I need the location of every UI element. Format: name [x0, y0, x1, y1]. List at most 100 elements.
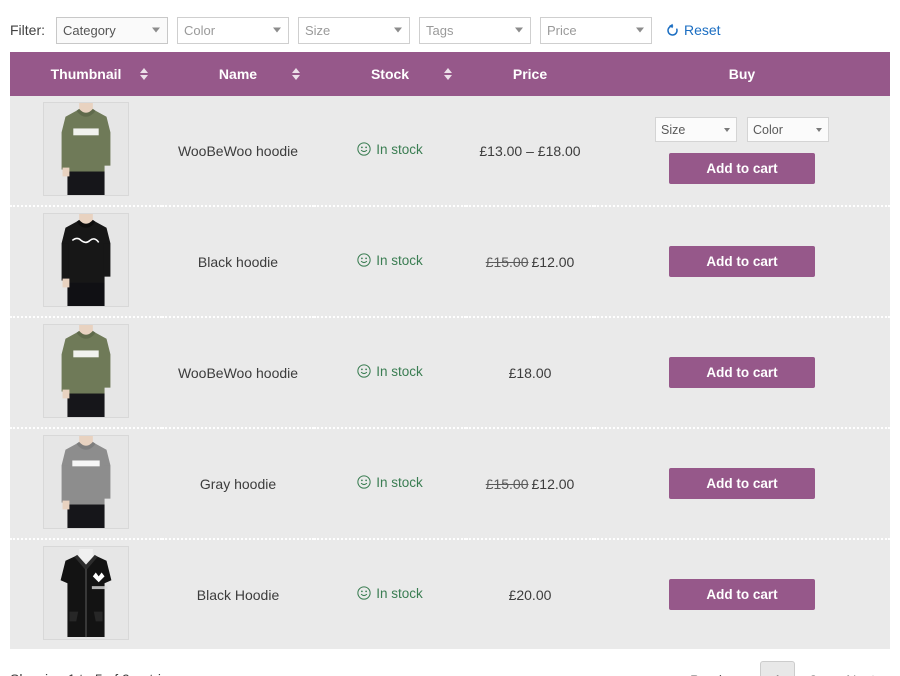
product-price-current: £13.00 – £18.00 — [479, 143, 580, 159]
product-price-current: £12.00 — [532, 476, 575, 492]
product-thumbnail-cell[interactable] — [10, 539, 162, 649]
gray-hoodie-thumbnail[interactable] — [43, 435, 129, 529]
stock-status: In stock — [357, 586, 423, 601]
column-header-buy-label: Buy — [729, 66, 755, 82]
filter-select-price[interactable]: Price — [540, 17, 652, 44]
pagination-next-button[interactable]: Next — [831, 661, 890, 676]
reset-label: Reset — [684, 22, 721, 38]
product-thumbnail-cell[interactable] — [10, 317, 162, 428]
black-zip-hoodie-thumbnail[interactable] — [43, 546, 129, 640]
pagination: Previous 1 2 Next — [675, 661, 890, 676]
table-row: WooBeWoo hoodie In stock £18 — [10, 317, 890, 428]
product-thumbnail-cell[interactable] — [10, 428, 162, 539]
column-header-stock-label: Stock — [371, 66, 409, 82]
product-stock-cell: In stock — [314, 317, 466, 428]
column-header-thumbnail[interactable]: Thumbnail — [10, 52, 162, 96]
sort-arrows-icon[interactable] — [140, 68, 148, 80]
product-stock-cell: In stock — [314, 96, 466, 206]
product-price: £20.00 — [509, 587, 552, 603]
product-price-cell: £15.00£12.00 — [466, 206, 594, 317]
smiley-face-icon — [357, 586, 371, 600]
column-header-name[interactable]: Name — [162, 52, 314, 96]
product-price-cell: £18.00 — [466, 317, 594, 428]
smiley-face-icon — [357, 253, 371, 267]
product-name-cell: WooBeWoo hoodie — [162, 96, 314, 206]
reset-filters-button[interactable]: Reset — [665, 22, 721, 38]
column-header-price[interactable]: Price — [466, 52, 594, 96]
product-stock-cell: In stock — [314, 539, 466, 649]
product-buy-cell: Add to cart — [594, 539, 890, 649]
variation-select-color-value: Color — [753, 123, 783, 137]
filter-select-size[interactable]: Size — [298, 17, 410, 44]
add-to-cart-button[interactable]: Add to cart — [669, 246, 815, 277]
product-thumbnail-cell[interactable] — [10, 206, 162, 317]
stock-status-label: In stock — [376, 253, 423, 268]
table-row: Black hoodie In stock — [10, 206, 890, 317]
table-row: WooBeWoo hoodie In stock £13 — [10, 96, 890, 206]
sort-arrows-icon[interactable] — [292, 68, 300, 80]
table-header: Thumbnail Name Stock Price Buy — [10, 52, 890, 96]
product-name-cell: Black hoodie — [162, 206, 314, 317]
olive-hoodie-thumbnail[interactable] — [43, 324, 129, 418]
table-footer: Showing 1 to 5 of 9 entries Previous 1 2… — [10, 649, 890, 676]
stock-status: In stock — [357, 142, 423, 157]
sort-arrows-icon[interactable] — [444, 68, 452, 80]
product-stock-cell: In stock — [314, 206, 466, 317]
stock-status: In stock — [357, 364, 423, 379]
product-price: £15.00£12.00 — [486, 254, 575, 270]
product-buy-cell: Add to cart — [594, 428, 890, 539]
variation-selectors: Size Color — [602, 117, 882, 142]
table-row: Gray hoodie In stock — [10, 428, 890, 539]
product-price: £18.00 — [509, 365, 552, 381]
pagination-previous-button[interactable]: Previous — [675, 661, 759, 676]
stock-status-label: In stock — [376, 364, 423, 379]
product-name-cell: Gray hoodie — [162, 428, 314, 539]
product-price-current: £20.00 — [509, 587, 552, 603]
product-stock-cell: In stock — [314, 428, 466, 539]
table-header-row: Thumbnail Name Stock Price Buy — [10, 52, 890, 96]
filter-select-color[interactable]: Color — [177, 17, 289, 44]
add-to-cart-button[interactable]: Add to cart — [669, 468, 815, 499]
stock-status-label: In stock — [376, 586, 423, 601]
filter-select-category[interactable]: Category — [56, 17, 168, 44]
chevron-down-icon — [636, 28, 644, 33]
product-buy-cell: Size Color Add to cart — [594, 96, 890, 206]
stock-status-label: In stock — [376, 142, 423, 157]
chevron-down-icon — [152, 28, 160, 33]
product-price-current: £12.00 — [532, 254, 575, 270]
filter-select-size-value: Size — [305, 23, 330, 38]
add-to-cart-button[interactable]: Add to cart — [669, 357, 815, 388]
product-name: Black hoodie — [198, 254, 278, 270]
product-price-current: £18.00 — [509, 365, 552, 381]
pagination-page-2[interactable]: 2 — [795, 661, 831, 676]
reset-circular-arrow-icon — [665, 23, 680, 38]
column-header-name-label: Name — [219, 66, 257, 82]
stock-status-label: In stock — [376, 475, 423, 490]
olive-hoodie-thumbnail[interactable] — [43, 102, 129, 196]
product-price: £13.00 – £18.00 — [479, 143, 580, 159]
filter-label: Filter: — [10, 22, 45, 38]
stock-status: In stock — [357, 253, 423, 268]
chevron-down-icon — [273, 28, 281, 33]
product-price-cell: £20.00 — [466, 539, 594, 649]
smiley-face-icon — [357, 364, 371, 378]
entries-summary: Showing 1 to 5 of 9 entries — [10, 671, 176, 676]
smiley-face-icon — [357, 475, 371, 489]
variation-select-size[interactable]: Size — [655, 117, 737, 142]
column-header-thumbnail-label: Thumbnail — [51, 66, 122, 82]
product-thumbnail-cell[interactable] — [10, 96, 162, 206]
column-header-stock[interactable]: Stock — [314, 52, 466, 96]
product-price-cell: £15.00£12.00 — [466, 428, 594, 539]
pagination-page-1[interactable]: 1 — [760, 661, 796, 676]
add-to-cart-button[interactable]: Add to cart — [669, 153, 815, 184]
product-name-cell: Black Hoodie — [162, 539, 314, 649]
smiley-face-icon — [357, 142, 371, 156]
filter-select-tags[interactable]: Tags — [419, 17, 531, 44]
filter-select-tags-value: Tags — [426, 23, 453, 38]
variation-select-color[interactable]: Color — [747, 117, 829, 142]
filter-select-color-value: Color — [184, 23, 215, 38]
black-hoodie-thumbnail[interactable] — [43, 213, 129, 307]
add-to-cart-button[interactable]: Add to cart — [669, 579, 815, 610]
product-price: £15.00£12.00 — [486, 476, 575, 492]
product-price-cell: £13.00 – £18.00 — [466, 96, 594, 206]
